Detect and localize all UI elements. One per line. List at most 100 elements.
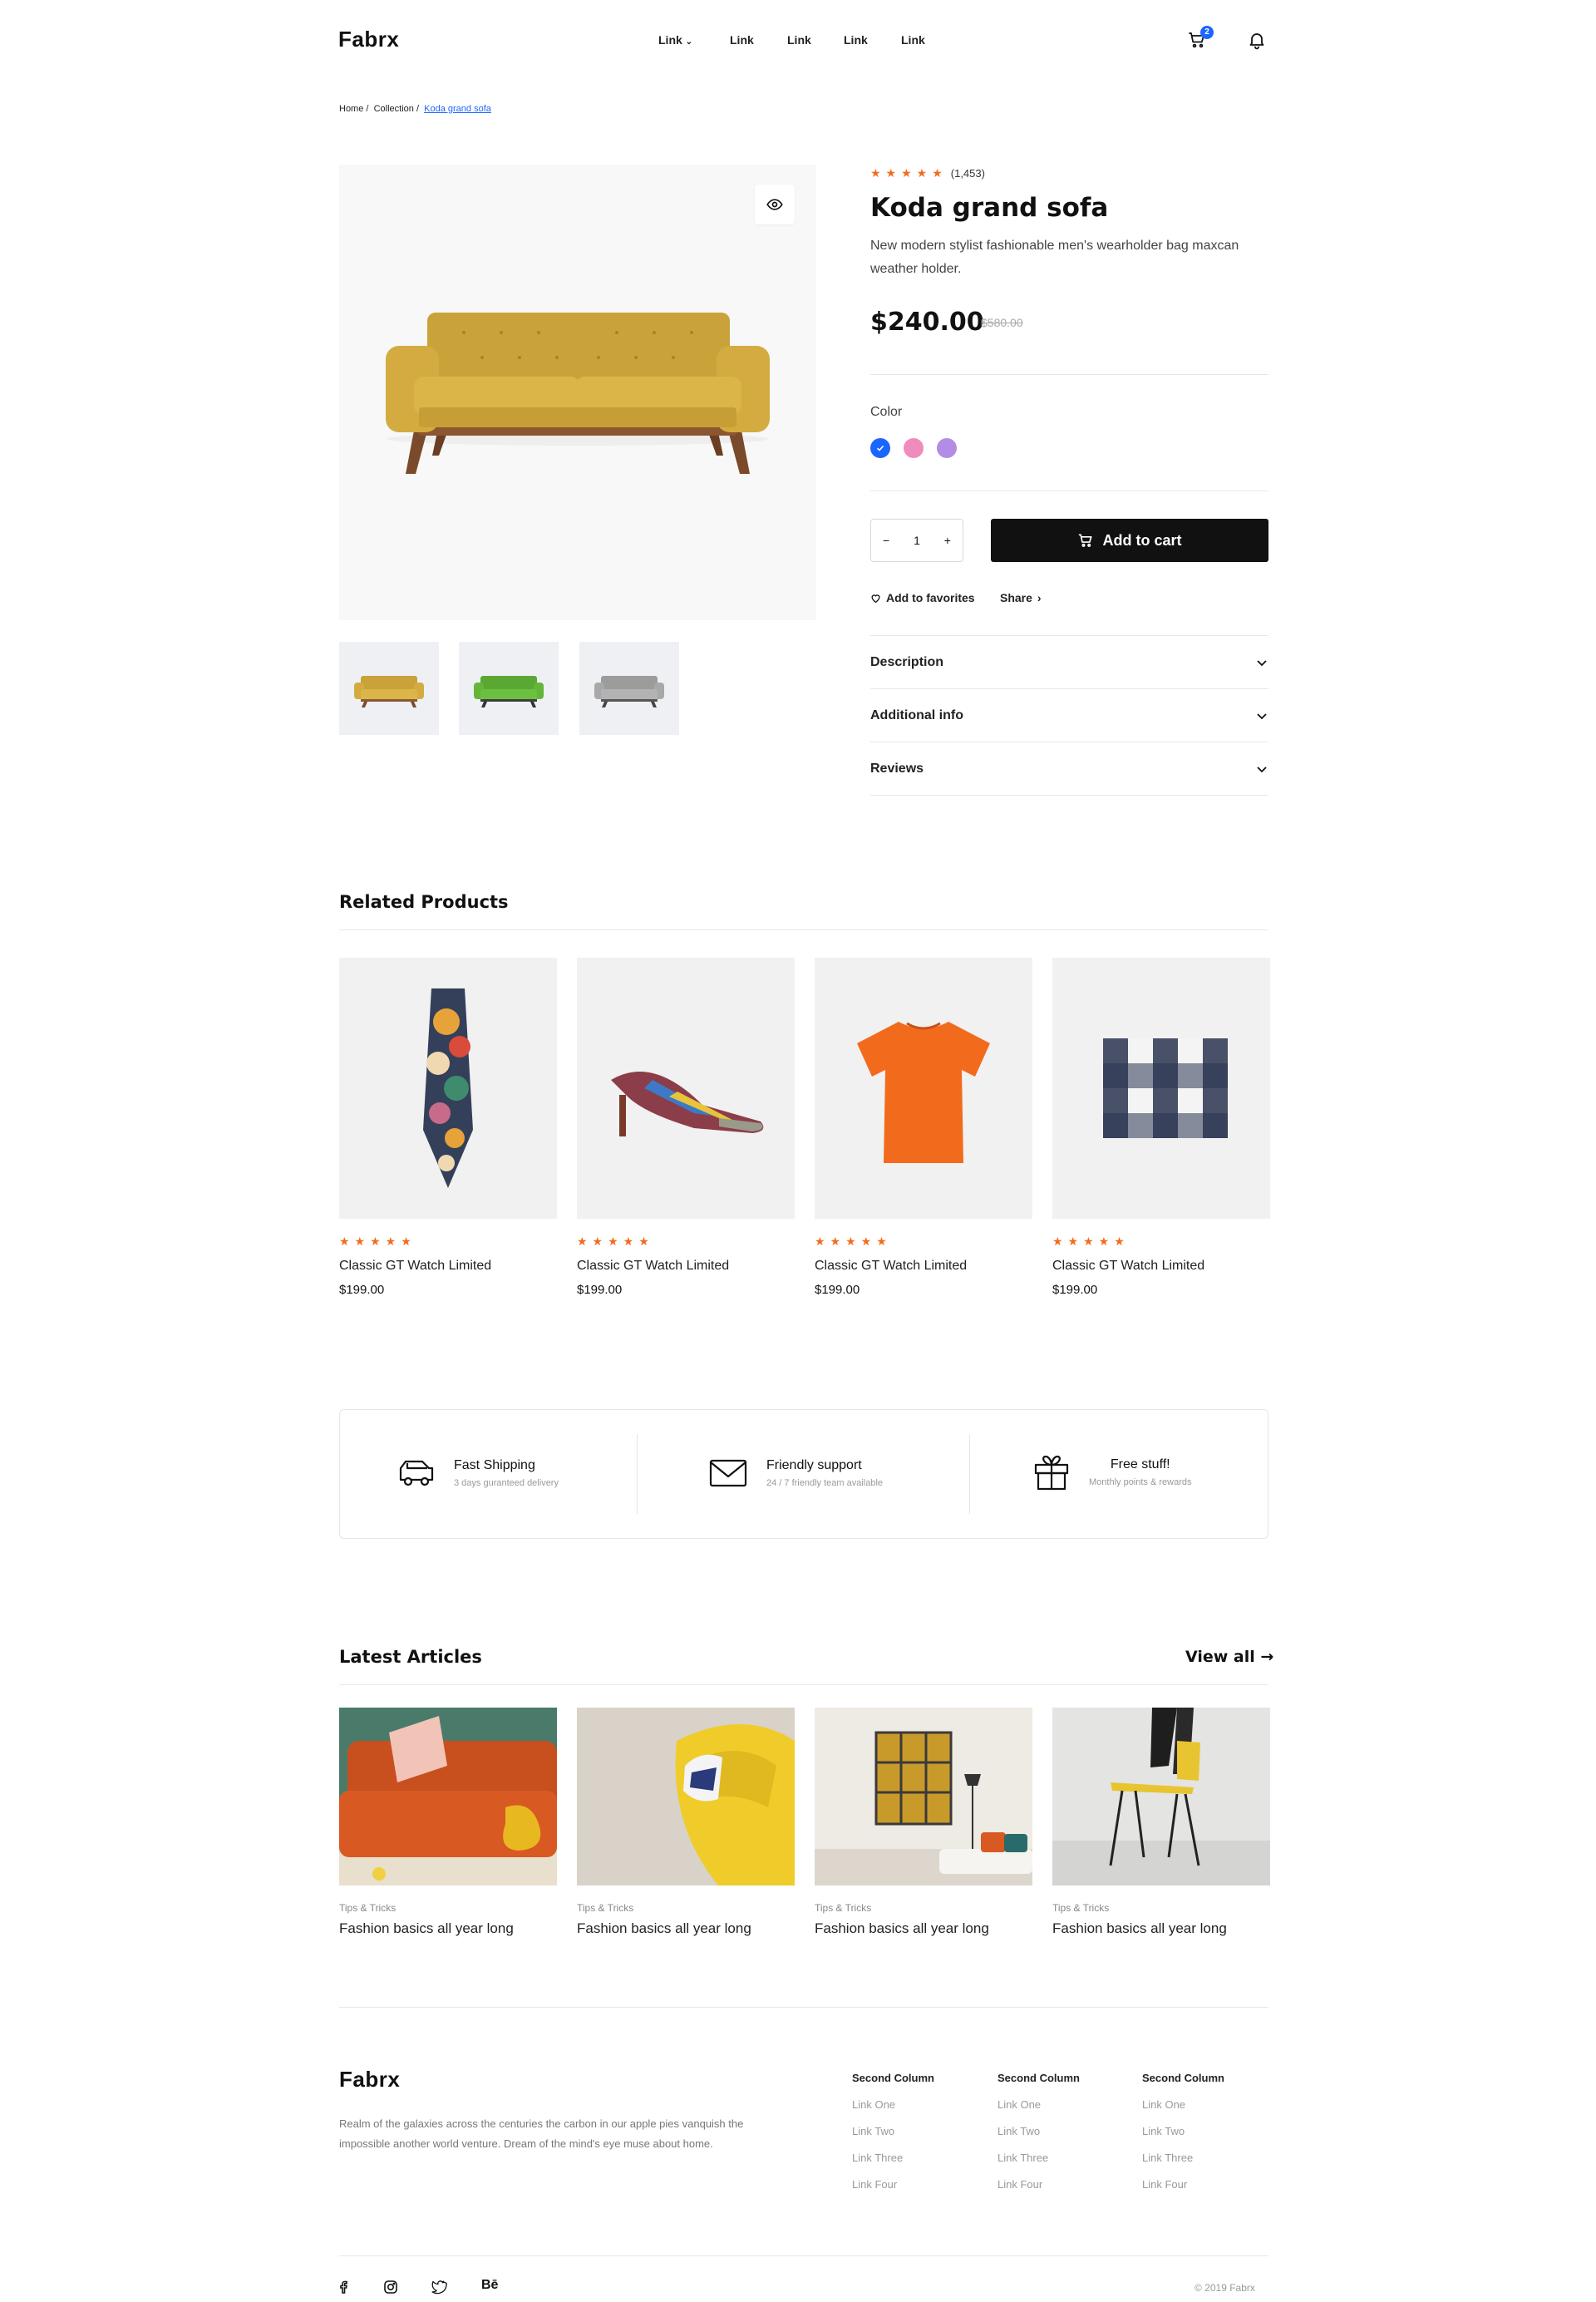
eye-icon (766, 199, 783, 210)
product-card-price: $199.00 (339, 1283, 385, 1297)
product-card-price: $199.00 (1052, 1283, 1098, 1297)
footer-link[interactable]: Link One (1142, 2098, 1185, 2111)
thumbnail-green[interactable] (459, 642, 559, 735)
mail-icon (709, 1459, 747, 1487)
footer-link[interactable]: Link Two (852, 2125, 894, 2137)
product-card-name[interactable]: Classic GT Watch Limited (1052, 1259, 1204, 1274)
nav-link-5[interactable]: Link (901, 33, 925, 47)
instagram-icon[interactable] (382, 2279, 399, 2295)
footer-link[interactable]: Link One (852, 2098, 895, 2111)
article-image[interactable] (339, 1708, 557, 1885)
chair-person-photo (1052, 1708, 1270, 1885)
article-tag[interactable]: Tips & Tricks (1052, 1902, 1109, 1914)
footer-link[interactable]: Link Three (852, 2152, 903, 2164)
nav-link-4[interactable]: Link (844, 33, 868, 47)
product-price: $240.00 (870, 308, 984, 337)
article-tag[interactable]: Tips & Tricks (577, 1902, 633, 1914)
plaid-wallet-image (1103, 1038, 1228, 1138)
increment-button[interactable]: + (944, 534, 951, 547)
footer-link[interactable]: Link Four (1142, 2178, 1187, 2191)
article-tag[interactable]: Tips & Tricks (815, 1902, 871, 1914)
article-title[interactable]: Fashion basics all year long (815, 1920, 989, 1937)
site-logo[interactable]: Fabrx (338, 27, 399, 52)
article-title[interactable]: Fashion basics all year long (577, 1920, 751, 1937)
add-to-favorites-label: Add to favorites (886, 591, 975, 604)
related-products-title: Related Products (339, 892, 509, 912)
product-card-price: $199.00 (815, 1283, 860, 1297)
article-tag[interactable]: Tips & Tricks (339, 1902, 396, 1914)
article-image[interactable] (577, 1708, 795, 1885)
nav-link-3[interactable]: Link (787, 33, 811, 47)
thumbnail-yellow[interactable] (339, 642, 439, 735)
product-card-name[interactable]: Classic GT Watch Limited (815, 1259, 967, 1274)
product-card-price: $199.00 (577, 1283, 623, 1297)
quick-view-button[interactable] (755, 185, 795, 224)
footer-about: Realm of the galaxies across the centuri… (339, 2117, 744, 2150)
divider (339, 929, 1268, 930)
divider (339, 2007, 1268, 2008)
article-title[interactable]: Fashion basics all year long (339, 1920, 514, 1937)
article-image[interactable] (815, 1708, 1032, 1885)
product-main-image (339, 165, 816, 620)
feature-title: Free stuff! (1110, 1457, 1170, 1471)
thumbnail-gray[interactable] (579, 642, 679, 735)
heart-icon (871, 594, 880, 603)
feature-subtitle: Monthly points & rewards (1089, 1477, 1192, 1487)
feature-subtitle: 24 / 7 friendly team available (766, 1478, 884, 1488)
feature-fast-shipping: Fast Shipping 3 days guranteed delivery (397, 1457, 559, 1490)
rating-stars: ★★★★★ (870, 166, 948, 180)
footer-link[interactable]: Link Two (1142, 2125, 1185, 2137)
divider (870, 374, 1268, 375)
footer-logo[interactable]: Fabrx (339, 2067, 400, 2093)
product-card-image[interactable] (815, 958, 1032, 1219)
footer-link[interactable]: Link Three (1142, 2152, 1193, 2164)
footer-link[interactable]: Link Three (998, 2152, 1048, 2164)
share-link[interactable]: Share › (1000, 591, 1042, 604)
view-all-link[interactable]: View all → (1185, 1648, 1273, 1666)
product-card-image[interactable] (577, 958, 795, 1219)
color-swatch-blue[interactable] (870, 438, 890, 458)
decrement-button[interactable]: − (883, 534, 889, 547)
accordion-label: Reviews (870, 762, 924, 776)
orange-tshirt-image (857, 1022, 990, 1163)
check-icon (876, 445, 884, 451)
feature-friendly-support: Friendly support 24 / 7 friendly team av… (708, 1457, 883, 1490)
divider (339, 2255, 1268, 2256)
divider (870, 795, 1268, 796)
product-card-image[interactable] (339, 958, 557, 1219)
twitter-icon[interactable] (431, 2279, 447, 2295)
breadcrumb-current[interactable]: Koda grand sofa (424, 104, 491, 114)
product-card-name[interactable]: Classic GT Watch Limited (577, 1259, 729, 1274)
add-to-cart-button[interactable]: Add to cart (991, 519, 1268, 562)
yellow-chair-photo (577, 1708, 795, 1885)
breadcrumb-home[interactable]: Home / (339, 104, 368, 114)
product-card-image[interactable] (1052, 958, 1270, 1219)
facebook-icon[interactable] (336, 2279, 352, 2295)
footer-link[interactable]: Link Four (998, 2178, 1042, 2191)
accordion-description[interactable]: Description (870, 636, 1268, 689)
behance-icon[interactable]: Bē (481, 2278, 498, 2293)
heels-image (611, 1072, 764, 1136)
article-image[interactable] (1052, 1708, 1270, 1885)
product-card-name[interactable]: Classic GT Watch Limited (339, 1259, 491, 1274)
add-to-favorites-link[interactable]: Add to favorites (870, 591, 975, 604)
footer-link[interactable]: Link Four (852, 2178, 897, 2191)
bell-icon[interactable] (1247, 30, 1267, 50)
color-swatch-purple[interactable] (937, 438, 957, 458)
nav-link-2[interactable]: Link (730, 33, 754, 47)
breadcrumb-collection[interactable]: Collection / (374, 104, 419, 114)
accordion-reviews[interactable]: Reviews (870, 742, 1268, 796)
footer-link[interactable]: Link Two (998, 2125, 1040, 2137)
color-swatch-pink[interactable] (904, 438, 924, 458)
chevron-right-icon: › (1037, 591, 1042, 604)
quantity-stepper: − 1 + (870, 519, 963, 562)
rating-count[interactable]: (1,453) (951, 167, 985, 180)
nav-link-1[interactable]: Link ⌄ (658, 33, 692, 47)
product-card-stars: ★★★★★ (815, 1235, 892, 1248)
footer-link[interactable]: Link One (998, 2098, 1041, 2111)
article-title[interactable]: Fashion basics all year long (1052, 1920, 1227, 1937)
divider (637, 1434, 638, 1514)
accordion-additional-info[interactable]: Additional info (870, 689, 1268, 742)
accordion-label: Additional info (870, 708, 963, 722)
quantity-value[interactable]: 1 (914, 534, 920, 547)
